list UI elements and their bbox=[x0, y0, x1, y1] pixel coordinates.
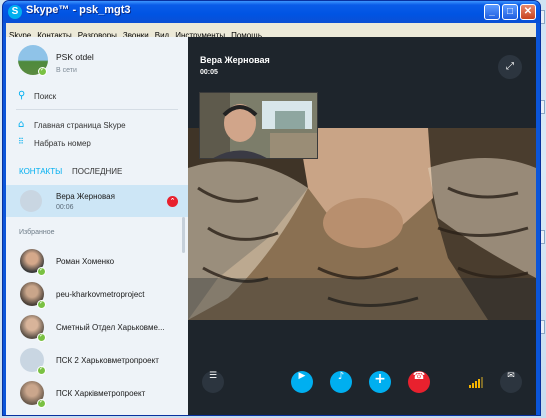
add-icon[interactable]: + bbox=[369, 371, 391, 393]
profile-name: PSK otdel bbox=[56, 52, 94, 62]
close-button[interactable]: ✕ bbox=[520, 4, 536, 20]
favorites-heading: Избранное bbox=[19, 229, 55, 236]
avatar bbox=[20, 190, 42, 212]
online-status-icon bbox=[37, 398, 46, 408]
sidebar: PSK otdel В сети ⚲ Поиск ⌂ Главная стран… bbox=[6, 37, 188, 415]
contact-name: ПСК Харківметропроект bbox=[56, 389, 146, 398]
active-call-row[interactable]: Вера Жерновая 00:06 ⌃ bbox=[6, 185, 188, 217]
minimize-button[interactable]: _ bbox=[484, 4, 500, 20]
call-view: Вера Жерновая 00:05 ⤢ ☰ ▶ ♪ + ☎ ✉ bbox=[188, 37, 536, 415]
video-icon[interactable]: ▶ bbox=[291, 371, 313, 393]
online-status-icon bbox=[37, 266, 46, 276]
skype-logo-icon: S bbox=[8, 5, 22, 19]
home-icon: ⌂ bbox=[18, 119, 25, 130]
self-video-preview[interactable] bbox=[199, 92, 318, 159]
contact-name: peu-kharkovmetroproject bbox=[56, 290, 145, 299]
contact-name: Роман Хоменко bbox=[56, 257, 115, 266]
active-call-indicator-icon[interactable]: ⌃ bbox=[167, 196, 178, 207]
chat-icon[interactable]: ✉ bbox=[500, 371, 522, 393]
list-item[interactable]: ПСК Харківметропроект bbox=[6, 377, 188, 410]
list-item[interactable]: Роман Хоменко bbox=[6, 245, 188, 278]
search-icon: ⚲ bbox=[18, 90, 26, 101]
skype-window: S Skype™ - psk_mgt3 _ □ ✕ Skype Контакты Р… bbox=[2, 0, 541, 416]
contact-name: Сметный Отдел Харьковме... bbox=[56, 323, 165, 332]
microphone-icon[interactable]: ♪ bbox=[330, 371, 352, 393]
tab-contacts[interactable]: КОНТАКТЫ bbox=[19, 167, 62, 176]
list-item[interactable]: ПСК 2 Харьковметропроект bbox=[6, 344, 188, 377]
contact-name: Вера Жерновая bbox=[56, 192, 115, 201]
profile-status: В сети bbox=[56, 67, 77, 74]
self-video-frame bbox=[200, 93, 317, 158]
dial-label: Набрать номер bbox=[34, 139, 91, 148]
online-status-icon bbox=[38, 66, 47, 76]
list-item[interactable]: Сметный Отдел Харьковме... bbox=[6, 311, 188, 344]
signal-icon[interactable] bbox=[469, 376, 483, 388]
online-status-icon bbox=[37, 299, 46, 309]
title-bar[interactable]: S Skype™ - psk_mgt3 _ □ ✕ bbox=[3, 1, 540, 23]
expand-icon[interactable]: ⤢ bbox=[498, 55, 522, 79]
online-status-icon bbox=[37, 365, 46, 375]
participants-icon[interactable]: ☰ bbox=[202, 371, 224, 393]
profile-card[interactable]: PSK otdel В сети bbox=[6, 37, 188, 82]
tab-recent[interactable]: ПОСЛЕДНИЕ bbox=[72, 167, 122, 176]
list-item[interactable]: peu-kharkovmetroproject bbox=[6, 278, 188, 311]
search-label: Поиск bbox=[34, 92, 57, 101]
dial-row[interactable]: ⠿ Набрать номер bbox=[6, 137, 188, 151]
search-row[interactable]: ⚲ Поиск bbox=[6, 89, 188, 105]
home-row[interactable]: ⌂ Главная страница Skype bbox=[6, 119, 188, 133]
call-duration: 00:06 bbox=[56, 204, 74, 211]
online-status-icon bbox=[37, 332, 46, 342]
call-timer: 00:05 bbox=[200, 69, 218, 76]
call-contact-name: Вера Жерновая bbox=[200, 55, 270, 65]
maximize-button[interactable]: □ bbox=[502, 4, 518, 20]
hangup-icon[interactable]: ☎ bbox=[408, 371, 430, 393]
dialpad-icon: ⠿ bbox=[18, 137, 24, 146]
menu-bar: Skype Контакты Разговоры Звонки Вид Инструмен… bbox=[6, 23, 536, 40]
window-title: Skype™ - psk_mgt3 bbox=[26, 4, 131, 16]
divider bbox=[16, 109, 178, 110]
contact-name: ПСК 2 Харьковметропроект bbox=[56, 356, 159, 365]
home-label: Главная страница Skype bbox=[34, 121, 126, 130]
